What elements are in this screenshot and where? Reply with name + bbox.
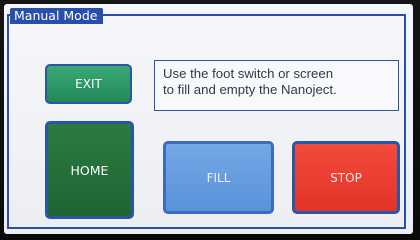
fill-button-label: FILL	[206, 170, 231, 185]
instructions-line-1: Use the foot switch or screen	[163, 66, 334, 81]
stop-button-label: STOP	[330, 170, 362, 185]
home-button[interactable]: HOME	[45, 121, 134, 219]
instructions-line-2: to fill and empty the Nanoject.	[163, 82, 337, 97]
stop-button[interactable]: STOP	[292, 141, 400, 214]
home-button-label: HOME	[70, 162, 109, 178]
exit-button[interactable]: EXIT	[45, 64, 132, 104]
instructions-box: Use the foot switch or screen to fill an…	[154, 60, 399, 111]
touch-screen: Manual Mode EXIT Use the foot switch or …	[4, 4, 413, 234]
panel-title: Manual Mode	[10, 8, 104, 24]
fill-button[interactable]: FILL	[163, 141, 274, 214]
device-bezel: Manual Mode EXIT Use the foot switch or …	[0, 0, 420, 240]
exit-button-label: EXIT	[75, 77, 102, 91]
